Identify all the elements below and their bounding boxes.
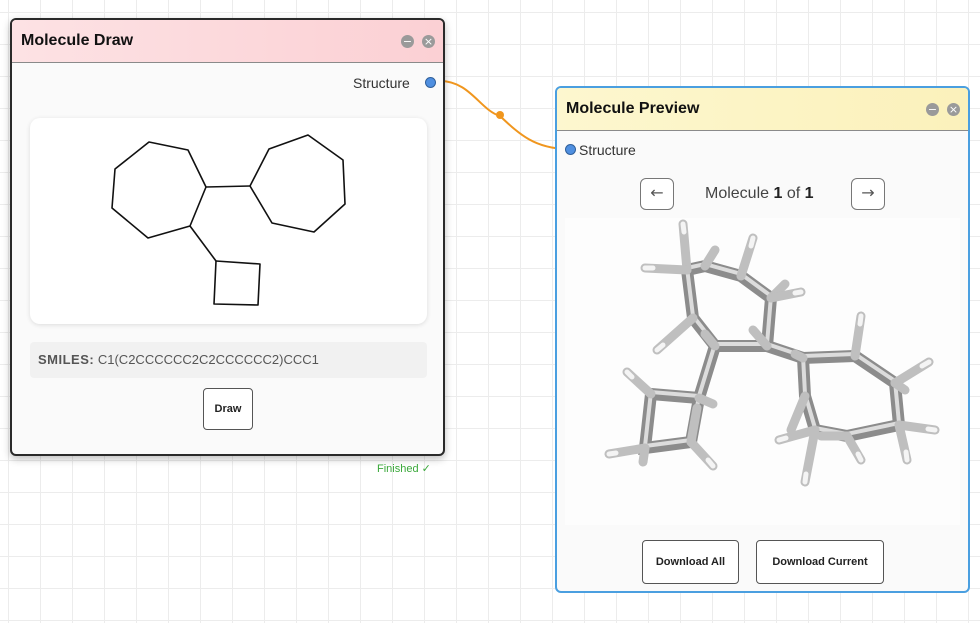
close-icon[interactable]: × [947, 103, 960, 116]
counter-current: 1 [773, 185, 783, 202]
smiles-field: SMILES: C1(C2CCCCCC2C2CCCCCC2)CCC1 [30, 342, 427, 378]
status-text: Finished ✓ [377, 463, 431, 475]
node-header[interactable]: Molecule Draw − × [12, 20, 443, 63]
download-current-button[interactable]: Download Current [756, 540, 884, 584]
output-port[interactable] [425, 77, 436, 88]
input-port[interactable] [565, 144, 576, 155]
arrow-right-icon: → [861, 183, 875, 202]
ring-cyclobutane [213, 260, 261, 306]
next-molecule-button[interactable]: → [851, 178, 885, 210]
molecule-counter: Molecule 1 of 1 [705, 185, 814, 203]
prev-molecule-button[interactable]: ← [640, 178, 674, 210]
counter-prefix: Molecule [705, 185, 770, 202]
input-port-label: Structure [579, 142, 636, 158]
draw-button[interactable]: Draw [203, 388, 253, 430]
minimize-icon[interactable]: − [401, 35, 414, 48]
counter-total: 1 [804, 185, 814, 202]
molecule-3d-viewer[interactable] [565, 218, 960, 525]
smiles-label: SMILES: [38, 352, 95, 367]
molecule-preview-node[interactable]: Molecule Preview − × Structure ← Molecul… [555, 86, 970, 593]
counter-of: of [786, 185, 801, 202]
node-title: Molecule Preview [566, 100, 700, 117]
node-title: Molecule Draw [21, 32, 134, 49]
molecule-drawing-canvas[interactable] [30, 118, 427, 324]
skeletal-structure [111, 134, 346, 306]
molecule-draw-node[interactable]: Molecule Draw − × Structure SMILES: C1(C… [10, 18, 445, 456]
arrow-left-icon: ← [650, 183, 664, 202]
output-port-label: Structure [353, 75, 410, 91]
bond-ring-cyclobutane [189, 225, 217, 262]
minimize-icon[interactable]: − [926, 103, 939, 116]
connection-midpoint-handle [496, 111, 504, 119]
smiles-value: C1(C2CCCCCC2C2CCCCCC2)CCC1 [97, 352, 319, 367]
molecule-3d-render [604, 219, 940, 487]
ring-cycloheptane-right [249, 134, 346, 233]
ring-cycloheptane-left [111, 141, 207, 239]
download-all-button[interactable]: Download All [642, 540, 739, 584]
connection-curve [439, 80, 567, 150]
bond-ring-ring [205, 185, 251, 188]
node-header[interactable]: Molecule Preview − × [557, 88, 968, 131]
close-icon[interactable]: × [422, 35, 435, 48]
